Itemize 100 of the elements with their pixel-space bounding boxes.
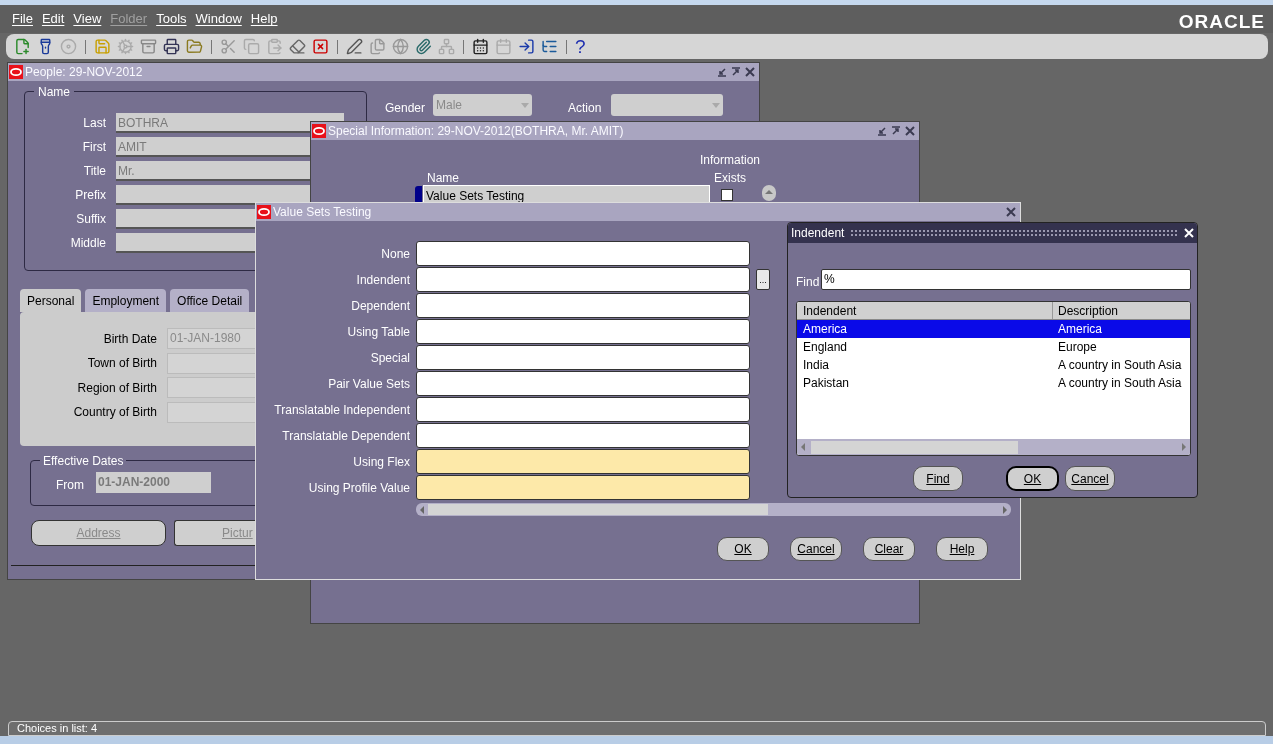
- scrollbar-thumb[interactable]: [811, 440, 1018, 454]
- delete-icon[interactable]: [312, 38, 329, 55]
- oracle-logo-icon: [257, 205, 271, 219]
- menu-item[interactable]: Tools: [156, 9, 187, 29]
- list-of-values-button[interactable]: ...: [756, 269, 770, 290]
- scroll-left-icon[interactable]: [418, 505, 426, 514]
- field-label: None: [380, 245, 410, 263]
- table-row[interactable]: America America: [797, 320, 1190, 338]
- minimize-icon[interactable]: [877, 126, 887, 136]
- text-field[interactable]: [416, 371, 750, 396]
- field-label: Using Table: [346, 323, 410, 341]
- field-label: Translatable Dependent: [281, 427, 410, 445]
- dialog-button[interactable]: Find: [913, 466, 963, 491]
- table-row[interactable]: Pakistan A country in South Asia: [797, 374, 1190, 392]
- tab[interactable]: Office Detail: [170, 289, 250, 312]
- field-label: Using Flex: [352, 453, 410, 471]
- name-cell[interactable]: Value Sets Testing: [423, 185, 710, 205]
- pen-icon[interactable]: [346, 38, 363, 55]
- field-label: Middle: [69, 235, 106, 252]
- dialog-button[interactable]: OK: [717, 537, 769, 561]
- field-label: Indendent: [355, 271, 410, 289]
- field-label: Region of Birth: [76, 379, 157, 397]
- help-icon[interactable]: ?: [575, 37, 586, 56]
- checkbox[interactable]: [721, 189, 733, 201]
- table-cell-text: America: [1057, 321, 1103, 338]
- column-header: Name: [427, 170, 459, 187]
- eraser-icon[interactable]: [289, 38, 306, 55]
- field-label: Prefix: [74, 187, 106, 204]
- menu-item[interactable]: File: [12, 9, 33, 29]
- window-title: Value Sets Testing: [273, 204, 373, 221]
- paperclip-icon[interactable]: [415, 38, 432, 55]
- table-cell-text: Europe: [1057, 339, 1098, 356]
- table-cell-text: A country in South Asia: [1057, 375, 1183, 392]
- login-icon[interactable]: [518, 38, 535, 55]
- field-label: Last: [82, 115, 106, 132]
- list-icon[interactable]: [541, 38, 558, 55]
- field-label: First: [81, 139, 106, 156]
- find-field[interactable]: %: [821, 269, 1191, 290]
- text-field[interactable]: [416, 449, 750, 474]
- maximize-icon[interactable]: [731, 67, 741, 77]
- text-field[interactable]: [416, 423, 750, 448]
- menu-item[interactable]: Help: [250, 9, 278, 29]
- dialog-button[interactable]: Cancel: [1065, 466, 1115, 491]
- brand-logo: ORACLE: [1178, 10, 1265, 34]
- column-header: Description: [1057, 303, 1120, 319]
- menu-item[interactable]: View: [73, 9, 102, 29]
- menu-item[interactable]: Edit: [41, 9, 65, 29]
- column-header: Information Exists: [699, 152, 761, 187]
- horizontal-scrollbar[interactable]: [797, 439, 1190, 455]
- oracle-logo-icon: [9, 65, 23, 79]
- window-title: Indendent: [791, 225, 845, 242]
- dialog-button[interactable]: OK: [1006, 466, 1059, 491]
- field-label: Pair Value Sets: [327, 375, 410, 393]
- folder-icon[interactable]: [186, 38, 203, 55]
- field-label: Gender: [385, 100, 426, 117]
- table-row[interactable]: England Europe: [797, 338, 1190, 356]
- field-label: Country of Birth: [72, 404, 157, 421]
- text-field[interactable]: [416, 319, 750, 344]
- tab[interactable]: Employment: [85, 289, 167, 312]
- scroll-up-icon[interactable]: [762, 185, 776, 201]
- caret-icon: [712, 102, 720, 108]
- table-cell-text: England: [802, 339, 849, 356]
- field-label: Using Profile Value: [307, 479, 410, 497]
- minimize-icon[interactable]: [717, 67, 727, 77]
- table-row[interactable]: India A country in South Asia: [797, 356, 1190, 374]
- table-cell-text: A country in South Asia: [1057, 357, 1183, 374]
- dialog-button[interactable]: Cancel: [790, 537, 842, 561]
- window-title: People: 29-NOV-2012: [25, 64, 144, 81]
- scrollbar-thumb[interactable]: [428, 504, 768, 515]
- tab[interactable]: Personal: [20, 289, 82, 312]
- text-field[interactable]: [416, 241, 750, 266]
- text-field[interactable]: [416, 475, 750, 500]
- field-label: Town of Birth: [86, 355, 157, 372]
- table-cell-text: Pakistan: [802, 375, 851, 392]
- menu-item[interactable]: Window: [195, 9, 242, 29]
- horizontal-scrollbar[interactable]: [416, 503, 1011, 516]
- field-label: Special: [369, 349, 410, 367]
- maximize-icon[interactable]: [891, 126, 901, 136]
- field-label: Title: [82, 163, 106, 180]
- dialog-button[interactable]: Help: [936, 537, 988, 561]
- dropdown-value: Male: [436, 97, 462, 114]
- field-label: Birth Date: [102, 330, 157, 348]
- calendar-icon[interactable]: [472, 38, 489, 55]
- column-header: Indendent: [797, 302, 1053, 319]
- file-plus-icon[interactable]: [14, 38, 31, 55]
- text-field[interactable]: [416, 293, 750, 318]
- field-label: Suffix: [75, 211, 106, 228]
- scroll-right-icon[interactable]: [1001, 505, 1009, 514]
- printer-icon[interactable]: [163, 38, 180, 55]
- text-field[interactable]: [416, 345, 750, 370]
- field-label: From: [56, 477, 84, 494]
- table-cell-text: India: [802, 357, 831, 374]
- table-cell-text: America: [802, 321, 848, 338]
- dialog-button[interactable]: Clear: [863, 537, 915, 561]
- field-label: Translatable Independent: [273, 401, 410, 419]
- text-field[interactable]: [416, 267, 750, 292]
- oracle-logo-icon: [312, 124, 326, 138]
- text-field[interactable]: [416, 397, 750, 422]
- field-label: Action: [568, 100, 602, 117]
- status-text: Choices in list: 4: [17, 722, 98, 735]
